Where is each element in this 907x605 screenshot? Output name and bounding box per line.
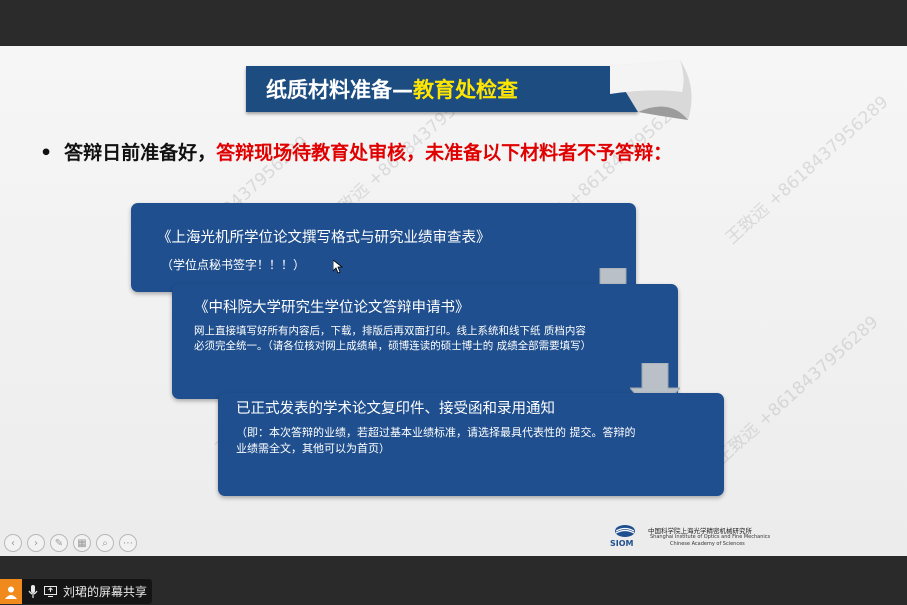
material-note: 网上直接填写好所有内容后，下载，排版后再双面打印。线上系统和线下纸 质档内容必须…	[194, 325, 592, 352]
more-options-icon[interactable]: ⋯	[119, 534, 137, 552]
slide-title-banner: 纸质材料准备— 教育处检查	[246, 66, 638, 112]
screen-share-indicator[interactable]: 刘珺的屏幕共享	[0, 579, 152, 604]
logo-english-subname: Chinese Academy of Sciences	[670, 541, 745, 547]
microphone-icon[interactable]	[28, 584, 38, 599]
page-curl-decoration	[610, 60, 692, 120]
material-heading: 已正式发表的学术论文复印件、接受函和录用通知	[236, 401, 555, 417]
presentation-toolbar: ‹ › ✎ ▦ ⌕ ⋯	[4, 534, 137, 552]
meeting-top-bar	[0, 0, 907, 46]
material-note: （即：本次答辩的业绩，若超过基本业绩标准，请选择最具代表性的 提交。答辩的业绩需…	[236, 426, 636, 455]
slide-title-highlight: 教育处检查	[413, 78, 518, 102]
zoom-icon[interactable]: ⌕	[96, 534, 114, 552]
screen-share-icon	[44, 586, 57, 597]
material-heading: 《上海光机所学位论文撰写格式与研究业绩审查表》	[157, 230, 491, 246]
bullet-text: 答辩日前准备好，	[64, 142, 217, 164]
slide-title-main: 纸质材料准备—	[266, 78, 413, 102]
material-box-3: 已正式发表的学术论文复印件、接受函和录用通知 （即：本次答辩的业绩，若超过基本业…	[218, 393, 724, 496]
logo-english-name: Shanghai Institute of Optics and Fine Me…	[650, 534, 771, 540]
screen-share-label: 刘珺的屏幕共享	[63, 585, 148, 599]
slides-grid-icon[interactable]: ▦	[73, 534, 91, 552]
material-note: （学位点秘书签字！！！）	[161, 258, 306, 272]
watermark: 王致远 +8618437956289	[722, 92, 893, 249]
previous-slide-icon[interactable]: ‹	[4, 534, 22, 552]
bullet-warning: 答辩现场待教育处审核，未准备以下材料者不予答辩：	[216, 142, 673, 164]
siom-logo: SIOM 中国科学院上海光学精密机械研究所 Shanghai Institute…	[608, 524, 780, 552]
material-box-2: 《中科院大学研究生学位论文答辩申请书》 网上直接填写好所有内容后，下载，排版后再…	[172, 284, 678, 399]
bullet-requirement: • 答辩日前准备好，答辩现场待教育处审核，未准备以下材料者不予答辩：	[40, 138, 672, 165]
siom-emblem-icon	[615, 525, 635, 537]
user-icon	[0, 579, 22, 604]
logo-abbreviation: SIOM	[610, 539, 634, 548]
material-box-1: 《上海光机所学位论文撰写格式与研究业绩审查表》 （学位点秘书签字！！！）	[131, 203, 636, 292]
pen-icon[interactable]: ✎	[50, 534, 68, 552]
watermark: 王致远 +8618437956289	[712, 312, 883, 469]
mouse-cursor-icon	[333, 260, 343, 274]
next-slide-icon[interactable]: ›	[27, 534, 45, 552]
material-heading: 《中科院大学研究生学位论文答辩申请书》	[194, 300, 470, 316]
bullet-dot: •	[40, 142, 53, 164]
shared-slide: 王致远 +8618437956289 王致远 +8618437956289 王致…	[0, 46, 907, 556]
